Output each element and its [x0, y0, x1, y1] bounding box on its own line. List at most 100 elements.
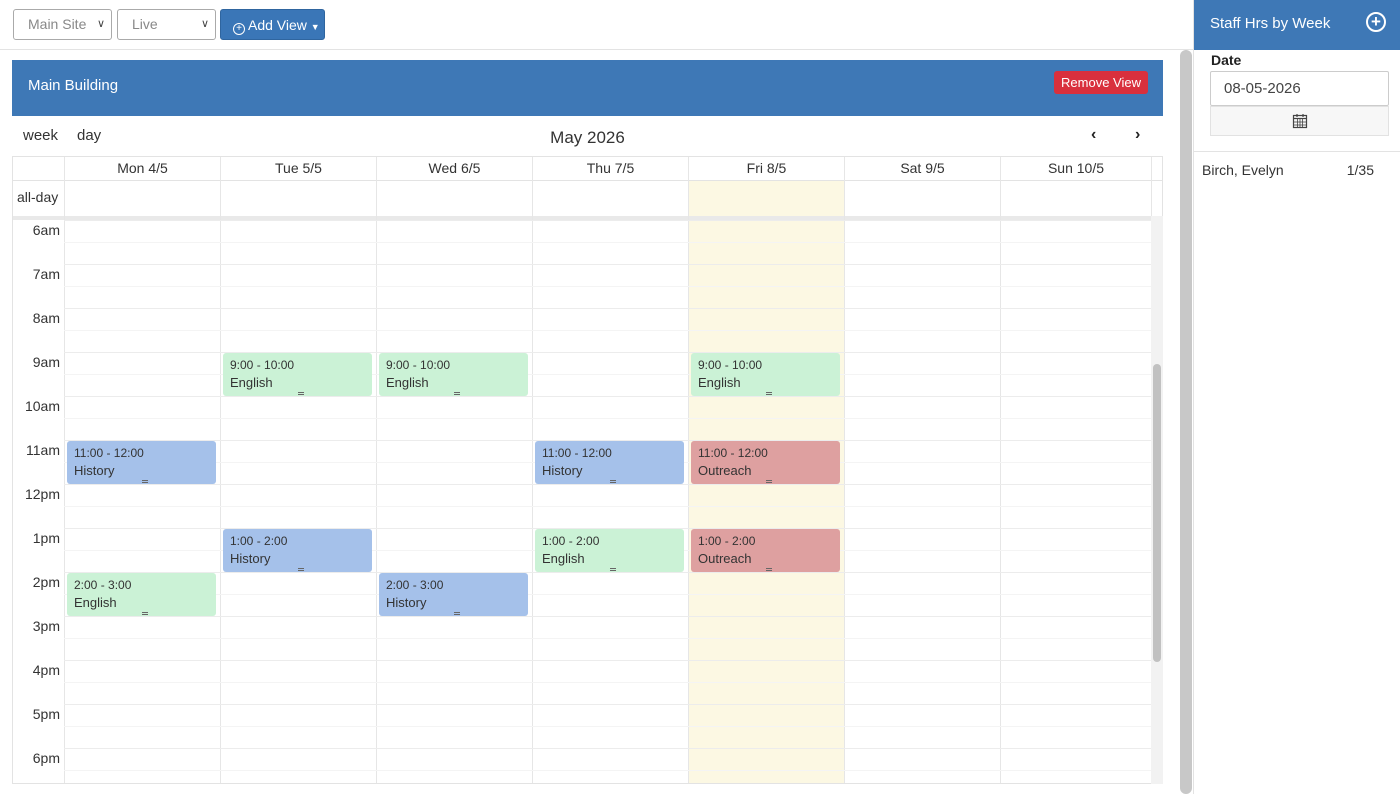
event-title: English	[698, 375, 741, 390]
time-label: 11am	[26, 442, 60, 458]
day-header: Wed 6/5	[376, 157, 532, 180]
calendar-event[interactable]: 2:00 - 3:00 History	[379, 573, 528, 616]
calendar-event[interactable]: 2:00 - 3:00 English	[67, 573, 216, 616]
top-toolbar: Main Site ∨ Live ∨ + Add View ▼	[0, 0, 1193, 50]
calendar-event[interactable]: 9:00 - 10:00 English	[379, 353, 528, 396]
sidebar-title: Staff Hrs by Week	[1210, 15, 1331, 32]
half-hour-gridline	[64, 638, 1151, 639]
event-title: History	[386, 595, 427, 610]
event-time: 9:00 - 10:00	[698, 358, 763, 372]
calendar-event[interactable]: 1:00 - 2:00 Outreach	[691, 529, 840, 572]
resize-handle[interactable]	[609, 480, 616, 483]
column-divider	[688, 157, 689, 783]
event-title: English	[542, 551, 585, 566]
calendar-event[interactable]: 1:00 - 2:00 History	[223, 529, 372, 572]
event-time: 1:00 - 2:00	[230, 534, 288, 548]
calendar-event[interactable]: 11:00 - 12:00 History	[535, 441, 684, 484]
resize-handle[interactable]	[141, 480, 148, 483]
half-hour-gridline	[64, 286, 1151, 287]
all-day-row[interactable]	[13, 180, 1162, 216]
add-view-button[interactable]: + Add View ▼	[220, 9, 325, 40]
event-time: 9:00 - 10:00	[230, 358, 295, 372]
calendar-event[interactable]: 1:00 - 2:00 English	[535, 529, 684, 572]
calendar-title: May 2026	[550, 128, 625, 147]
hour-gridline	[64, 748, 1151, 749]
resize-handle[interactable]	[453, 392, 460, 395]
resize-handle[interactable]	[141, 612, 148, 615]
time-label: 1pm	[32, 530, 60, 546]
hour-gridline	[64, 572, 1151, 573]
half-hour-gridline	[64, 330, 1151, 331]
resize-handle[interactable]	[765, 392, 772, 395]
event-time: 1:00 - 2:00	[698, 534, 756, 548]
hour-gridline	[64, 616, 1151, 617]
panel-title: Main Building	[28, 77, 119, 94]
chevron-right-icon[interactable]: ›	[1135, 126, 1140, 144]
day-header: Thu 7/5	[532, 157, 688, 180]
resize-handle[interactable]	[297, 392, 304, 395]
half-hour-gridline	[64, 418, 1151, 419]
caret-down-icon: ▼	[310, 22, 320, 32]
staff-name[interactable]: Birch, Evelyn	[1202, 162, 1284, 178]
plus-circle-icon: +	[233, 23, 245, 35]
time-label: 9am	[32, 354, 60, 370]
calendar-panel-header: Main Building Remove View	[12, 60, 1163, 116]
hour-gridline	[64, 220, 1151, 221]
column-divider	[376, 157, 377, 783]
column-divider	[64, 157, 65, 783]
all-day-label: all-day	[17, 189, 59, 205]
time-label: 6pm	[32, 750, 60, 766]
week-grid: Mon 4/5 Tue 5/5 Wed 6/5 Thu 7/5 Fri 8/5 Sat 9…	[12, 156, 1163, 784]
status-select[interactable]: Live ∨	[117, 9, 216, 40]
calendar-picker-button[interactable]	[1210, 106, 1389, 136]
site-select-value: Main Site	[28, 16, 87, 32]
event-title: English	[74, 595, 117, 610]
event-time: 1:00 - 2:00	[542, 534, 600, 548]
page-scrollbar-thumb[interactable]	[1180, 50, 1192, 794]
event-time: 11:00 - 12:00	[74, 446, 144, 460]
event-time: 9:00 - 10:00	[386, 358, 451, 372]
event-title: History	[542, 463, 583, 478]
resize-handle[interactable]	[297, 568, 304, 571]
event-time: 2:00 - 3:00	[74, 578, 132, 592]
site-select[interactable]: Main Site ∨	[13, 9, 112, 40]
resize-handle[interactable]	[453, 612, 460, 615]
calendar-event[interactable]: 9:00 - 10:00 English	[691, 353, 840, 396]
page-scrollbar[interactable]	[1180, 50, 1192, 794]
time-label: 12pm	[24, 486, 60, 502]
calendar-event[interactable]: 11:00 - 12:00 Outreach	[691, 441, 840, 484]
event-time: 2:00 - 3:00	[386, 578, 444, 592]
hour-gridline	[64, 704, 1151, 705]
time-label: 8am	[32, 310, 60, 326]
calendar-scrollbar-thumb[interactable]	[1153, 364, 1161, 662]
staff-hours-sidebar: Staff Hrs by Week + Date 08-05-2026 Birc…	[1193, 0, 1400, 794]
calendar-event[interactable]: 9:00 - 10:00 English	[223, 353, 372, 396]
date-label: Date	[1211, 52, 1242, 68]
chevron-left-icon[interactable]: ‹	[1091, 126, 1096, 144]
hour-gridline	[64, 484, 1151, 485]
half-hour-gridline	[64, 506, 1151, 507]
remove-view-button[interactable]: Remove View	[1054, 71, 1148, 94]
status-select-value: Live	[132, 16, 158, 32]
plus-circle-icon[interactable]: +	[1366, 12, 1386, 32]
half-hour-gridline	[64, 594, 1151, 595]
time-label: 3pm	[32, 618, 60, 634]
resize-handle[interactable]	[609, 568, 616, 571]
event-title: History	[230, 551, 271, 566]
event-time: 11:00 - 12:00	[698, 446, 768, 460]
staff-hours: 1/35	[1346, 162, 1374, 178]
day-header: Tue 5/5	[220, 157, 376, 180]
half-hour-gridline	[64, 726, 1151, 727]
date-input[interactable]: 08-05-2026	[1210, 71, 1389, 106]
event-time: 11:00 - 12:00	[542, 446, 612, 460]
time-label: 4pm	[32, 662, 60, 678]
resize-handle[interactable]	[765, 480, 772, 483]
time-label: 7am	[32, 266, 60, 282]
calendar-scrollbar[interactable]	[1151, 216, 1163, 784]
calendar-event[interactable]: 11:00 - 12:00 History	[67, 441, 216, 484]
event-title: History	[74, 463, 115, 478]
resize-handle[interactable]	[765, 568, 772, 571]
calendar-icon	[1292, 114, 1307, 129]
event-title: English	[386, 375, 429, 390]
sidebar-header: Staff Hrs by Week +	[1194, 0, 1400, 50]
